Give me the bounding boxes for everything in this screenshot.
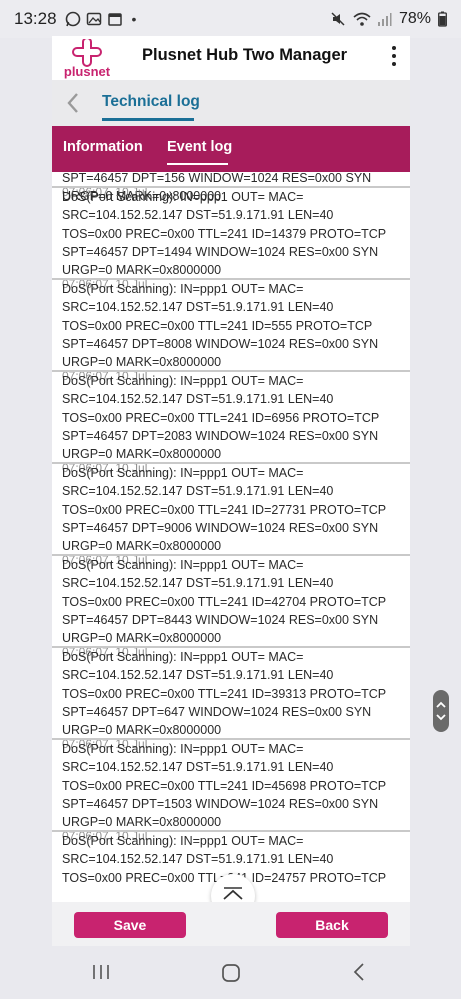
notification-dot: • [131, 11, 137, 27]
page-header: Technical log [52, 80, 410, 126]
log-line: TOS=0x00 PREC=0x00 TTL=241 ID=27731 PROT… [62, 502, 387, 517]
wifi-icon [353, 11, 371, 27]
mute-icon [330, 11, 346, 27]
more-vert-icon[interactable] [388, 42, 400, 72]
log-line: DoS(Port Scanning): IN=ppp1 OUT= MAC= [62, 282, 304, 296]
system-nav-bar [0, 946, 461, 999]
fast-scroll-handle[interactable] [433, 690, 449, 732]
gallery-icon [86, 11, 102, 27]
log-line: TOS=0x00 PREC=0x00 TTL=241 ID=14379 PROT… [62, 226, 387, 241]
log-line: SRC=104.152.52.147 DST=51.9.171.91 LEN=4… [62, 760, 334, 775]
status-bar: 13:28 • 78% [0, 0, 461, 38]
log-line: SPT=46457 DPT=647 WINDOW=1024 RES=0x00 S… [62, 704, 372, 719]
back-button[interactable]: Back [276, 912, 388, 938]
log-line: SRC=104.152.52.147 DST=51.9.171.91 LEN=4… [62, 576, 334, 591]
tab-event-log[interactable]: Event log [167, 139, 232, 155]
log-line: SRC=104.152.52.147 DST=51.9.171.91 LEN=4… [62, 852, 334, 867]
log-entry: DoS(Port Scanning): IN=ppp1 OUT= MAC= SRC… [52, 740, 410, 843]
log-entry: DoS(Port Scanning): IN=ppp1 OUT= MAC= SRC… [52, 464, 410, 567]
log-entry: DoS(Port Scanning): IN=ppp1 OUT= MAC= SRC… [52, 188, 410, 291]
log-line: SPT=46457 DPT=8008 WINDOW=1024 RES=0x00 … [62, 336, 379, 351]
log-line: TOS=0x00 PREC=0x00 TTL=241 ID=42704 PROT… [62, 594, 387, 609]
log-entry: DoS(Port Scanning): IN=ppp1 OUT= MAC= SRC… [52, 556, 410, 659]
log-line: DoS(Port Scanning): IN=ppp1 OUT= MAC= [62, 558, 304, 572]
page-title: Technical log [102, 93, 200, 110]
tab-bar: Information Event log [52, 126, 410, 172]
footer-actions: Save Back [52, 902, 410, 946]
chevron-left-icon[interactable] [66, 92, 80, 114]
logo-text: plusnet [64, 64, 111, 79]
log-line: TOS=0x00 PREC=0x00 TTL=241 ID=45698 PROT… [62, 778, 387, 793]
log-line: TOS=0x00 PREC=0x00 TTL=241 ID=39313 PROT… [62, 686, 387, 701]
log-line: SRC=104.152.52.147 DST=51.9.171.91 LEN=4… [62, 484, 334, 499]
log-line: SPT=46457 DPT=8443 WINDOW=1024 RES=0x00 … [62, 612, 379, 627]
tab-information[interactable]: Information [63, 139, 143, 155]
log-line: DoS(Port Scanning): IN=ppp1 OUT= MAC= [62, 650, 304, 664]
log-line: DoS(Port Scanning): IN=ppp1 OUT= MAC= [62, 834, 304, 848]
app-title: Plusnet Hub Two Manager [142, 46, 348, 64]
battery-percent: 78% [398, 10, 431, 27]
log-line: DoS(Port Scanning): IN=ppp1 OUT= MAC= [62, 466, 304, 480]
log-line: TOS=0x00 PREC=0x00 TTL=241 ID=6956 PROTO… [62, 410, 380, 425]
log-line: SRC=104.152.52.147 DST=51.9.171.91 LEN=4… [62, 300, 334, 315]
log-line: SPT=46457 DPT=1494 WINDOW=1024 RES=0x00 … [62, 244, 379, 259]
save-button[interactable]: Save [74, 912, 186, 938]
log-line: TOS=0x00 PREC=0x00 TTL=241 ID=555 PROTO=… [62, 318, 373, 333]
recent-apps-icon[interactable] [92, 963, 110, 981]
active-tab-indicator [167, 163, 228, 165]
log-entry: DoS(Port Scanning): IN=ppp1 OUT= MAC= SRC… [52, 372, 410, 475]
whatsapp-icon [65, 11, 81, 27]
plusnet-logo: plusnet [59, 37, 115, 79]
log-line: SRC=104.152.52.147 DST=51.9.171.91 LEN=4… [62, 208, 334, 223]
log-line: SRC=104.152.52.147 DST=51.9.171.91 LEN=4… [62, 668, 334, 683]
home-icon[interactable] [221, 963, 241, 983]
log-line: DoS(Port Scanning): IN=ppp1 OUT= MAC= [62, 374, 304, 388]
log-line: SRC=104.152.52.147 DST=51.9.171.91 LEN=4… [62, 392, 334, 407]
log-line: SPT=46457 DPT=2083 WINDOW=1024 RES=0x00 … [62, 428, 379, 443]
nav-back-icon[interactable] [352, 962, 366, 982]
log-line: DoS(Port Scanning): IN=ppp1 OUT= MAC= [62, 190, 304, 204]
page-title-underline [102, 118, 194, 121]
status-time: 13:28 [14, 9, 57, 28]
battery-icon [438, 11, 447, 27]
log-line: SPT=46457 DPT=1503 WINDOW=1024 RES=0x00 … [62, 796, 379, 811]
log-entry: DoS(Port Scanning): IN=ppp1 OUT= MAC= SRC… [52, 648, 410, 751]
event-log-list[interactable]: SPT=46457 DPT=156 WINDOW=1024 RES=0x00 S… [52, 172, 410, 902]
signal-icon [376, 11, 392, 27]
log-entry: DoS(Port Scanning): IN=ppp1 OUT= MAC= SRC… [52, 280, 410, 383]
log-line: DoS(Port Scanning): IN=ppp1 OUT= MAC= [62, 742, 304, 756]
app-window: plusnet Plusnet Hub Two Manager Technica… [52, 36, 410, 946]
log-entry: SPT=46457 DPT=156 WINDOW=1024 RES=0x00 S… [52, 172, 410, 203]
log-line: SPT=46457 DPT=9006 WINDOW=1024 RES=0x00 … [62, 520, 379, 535]
app-bar: plusnet Plusnet Hub Two Manager [52, 36, 410, 80]
calendar-icon [107, 11, 123, 27]
